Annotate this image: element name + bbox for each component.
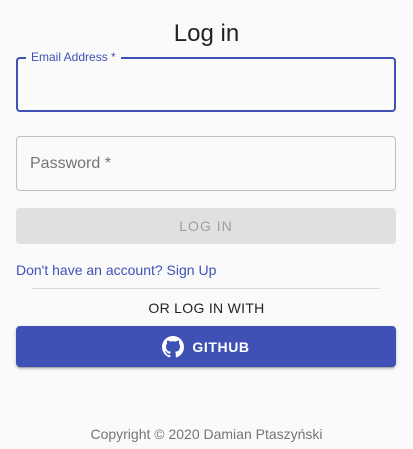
login-page: Log in Email Address * Password * LOG IN… xyxy=(0,0,413,449)
email-input[interactable] xyxy=(18,59,394,110)
github-login-button[interactable]: GITHUB xyxy=(16,326,396,367)
github-button-label: GITHUB xyxy=(192,338,250,355)
email-field[interactable]: Email Address * xyxy=(16,50,396,112)
copyright-text: Copyright © 2020 Damian Ptaszyński xyxy=(90,426,323,442)
signup-link[interactable]: Don't have an account? Sign Up xyxy=(16,261,216,279)
password-field[interactable]: Password * xyxy=(16,136,396,191)
social-login-heading: OR LOG IN WITH xyxy=(148,300,265,316)
github-icon xyxy=(162,335,185,358)
page-title: Log in xyxy=(173,20,240,48)
password-input[interactable] xyxy=(17,137,395,190)
divider xyxy=(32,288,380,289)
login-button[interactable]: LOG IN xyxy=(16,208,396,244)
